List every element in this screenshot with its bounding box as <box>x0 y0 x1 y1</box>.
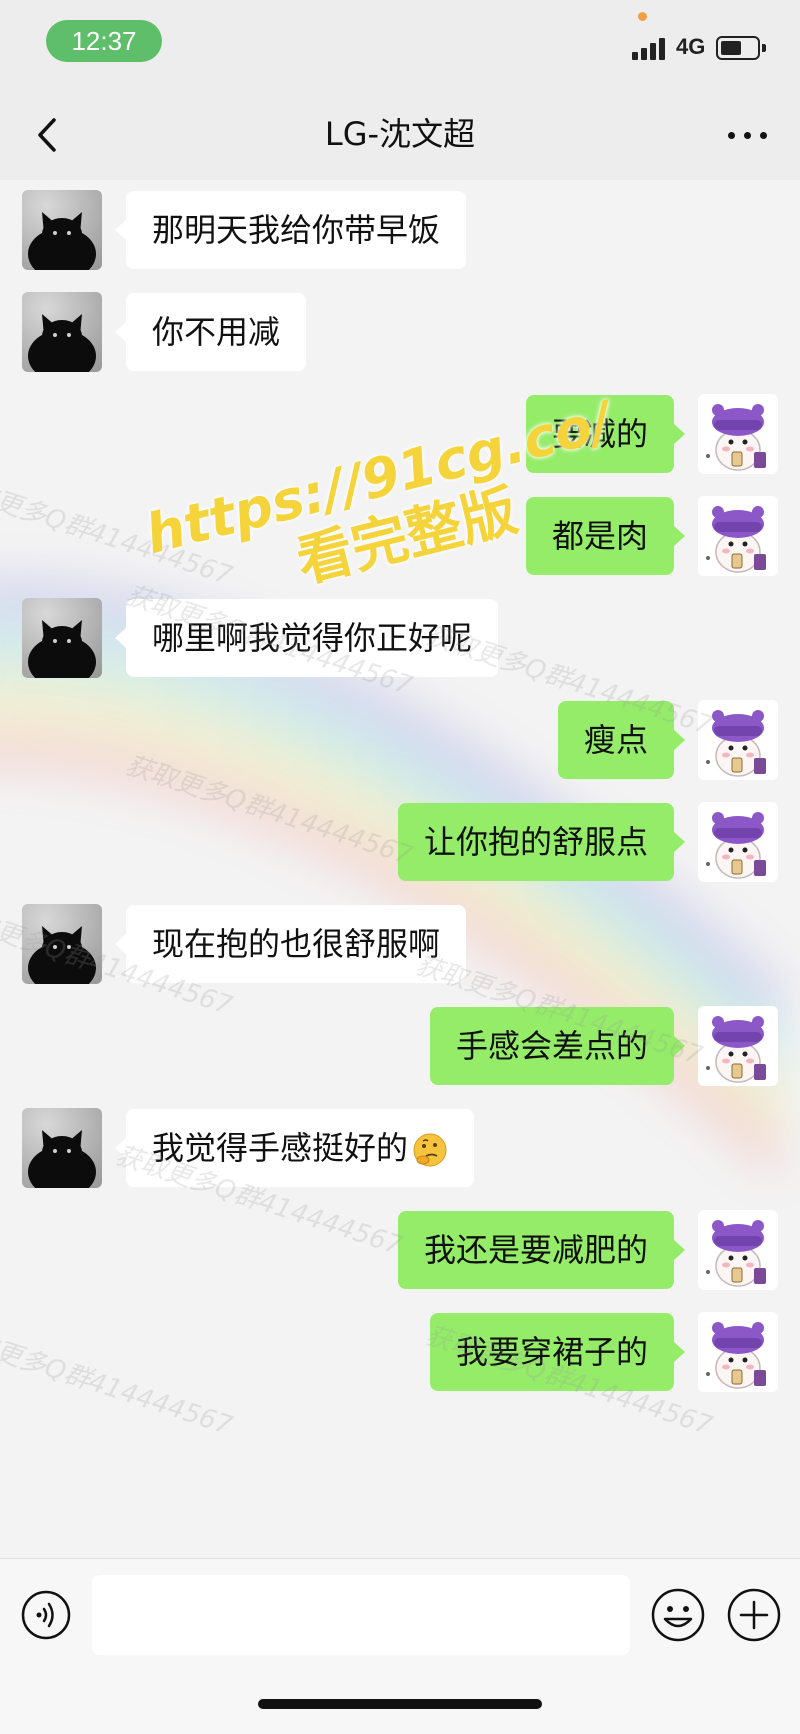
message-row-left: 现在抱的也很舒服啊 <box>0 904 800 984</box>
my-avatar[interactable] <box>698 1006 778 1086</box>
my-avatar[interactable] <box>698 802 778 882</box>
message-text: 你不用减 <box>152 313 281 351</box>
thinking-face-icon <box>413 1133 447 1167</box>
message-row-left: 那明天我给你带早饭 <box>0 190 800 270</box>
message-text: 我还是要减肥的 <box>423 1231 648 1269</box>
emoji-icon <box>651 1588 705 1642</box>
message-bubble[interactable]: 让你抱的舒服点 <box>397 803 686 881</box>
message-text: 要减的 <box>551 415 648 453</box>
chevron-left-icon <box>38 118 56 152</box>
contact-avatar[interactable] <box>22 598 102 678</box>
message-text: 都是肉 <box>551 517 648 555</box>
battery-icon <box>716 36 766 60</box>
message-row-right: 我要穿裙子的 <box>0 1312 800 1392</box>
message-bubble[interactable]: 要减的 <box>525 395 686 473</box>
message-row-right: 要减的 <box>0 394 800 474</box>
message-row-left: 哪里啊我觉得你正好呢 <box>0 598 800 678</box>
message-bubble[interactable]: 那明天我给你带早饭 <box>114 191 467 269</box>
signal-icon <box>632 36 668 60</box>
message-bubble[interactable]: 瘦点 <box>557 701 686 779</box>
contact-avatar[interactable] <box>22 190 102 270</box>
message-text: 我觉得手感挺好的 <box>152 1129 409 1167</box>
message-bubble[interactable]: 手感会差点的 <box>429 1007 686 1085</box>
message-bubble[interactable]: 我要穿裙子的 <box>429 1313 686 1391</box>
chat-title: LG-沈文超 <box>324 115 476 153</box>
status-time: 12:37 <box>46 20 162 62</box>
emoji-button[interactable] <box>650 1587 706 1643</box>
message-text: 手感会差点的 <box>455 1027 648 1065</box>
message-row-right: 瘦点 <box>0 700 800 780</box>
more-button[interactable] <box>726 124 770 146</box>
message-bubble[interactable]: 哪里啊我觉得你正好呢 <box>114 599 499 677</box>
message-bubble[interactable]: 都是肉 <box>525 497 686 575</box>
voice-icon <box>21 1590 71 1640</box>
my-avatar[interactable] <box>698 1210 778 1290</box>
contact-avatar[interactable] <box>22 292 102 372</box>
message-bubble[interactable]: 我还是要减肥的 <box>397 1211 686 1289</box>
my-avatar[interactable] <box>698 1312 778 1392</box>
back-button[interactable] <box>26 112 72 158</box>
my-avatar[interactable] <box>698 496 778 576</box>
my-avatar[interactable] <box>698 394 778 474</box>
message-text: 那明天我给你带早饭 <box>152 211 441 249</box>
contact-avatar[interactable] <box>22 1108 102 1188</box>
message-row-right: 让你抱的舒服点 <box>0 802 800 882</box>
voice-button[interactable] <box>20 1589 72 1641</box>
message-text: 我要穿裙子的 <box>455 1333 648 1371</box>
recording-dot-icon <box>638 12 647 21</box>
message-bubble[interactable]: 现在抱的也很舒服啊 <box>114 905 467 983</box>
message-input[interactable] <box>92 1575 630 1655</box>
chat-area[interactable]: 那明天我给你带早饭 你不用减 要减的 都是肉 哪里啊我觉得你正好呢 瘦点 让你抱… <box>0 180 800 1558</box>
chat-header: LG-沈文超 <box>0 90 800 180</box>
message-text: 哪里啊我觉得你正好呢 <box>152 619 473 657</box>
message-bubble[interactable]: 我觉得手感挺好的 <box>114 1109 475 1187</box>
message-row-left: 你不用减 <box>0 292 800 372</box>
contact-avatar[interactable] <box>22 904 102 984</box>
message-bubble[interactable]: 你不用减 <box>114 293 307 371</box>
my-avatar[interactable] <box>698 700 778 780</box>
home-indicator <box>258 1699 542 1709</box>
plus-icon <box>727 1588 781 1642</box>
message-row-right: 手感会差点的 <box>0 1006 800 1086</box>
network-type: 4G <box>676 34 706 59</box>
message-row-right: 我还是要减肥的 <box>0 1210 800 1290</box>
plus-button[interactable] <box>726 1587 782 1643</box>
message-text: 现在抱的也很舒服啊 <box>152 925 441 963</box>
message-row-left: 我觉得手感挺好的 <box>0 1108 800 1188</box>
message-row-right: 都是肉 <box>0 496 800 576</box>
status-bar: 12:37 4G <box>0 0 800 90</box>
message-text: 让你抱的舒服点 <box>423 823 648 861</box>
input-bar <box>0 1558 800 1734</box>
message-text: 瘦点 <box>583 721 648 759</box>
